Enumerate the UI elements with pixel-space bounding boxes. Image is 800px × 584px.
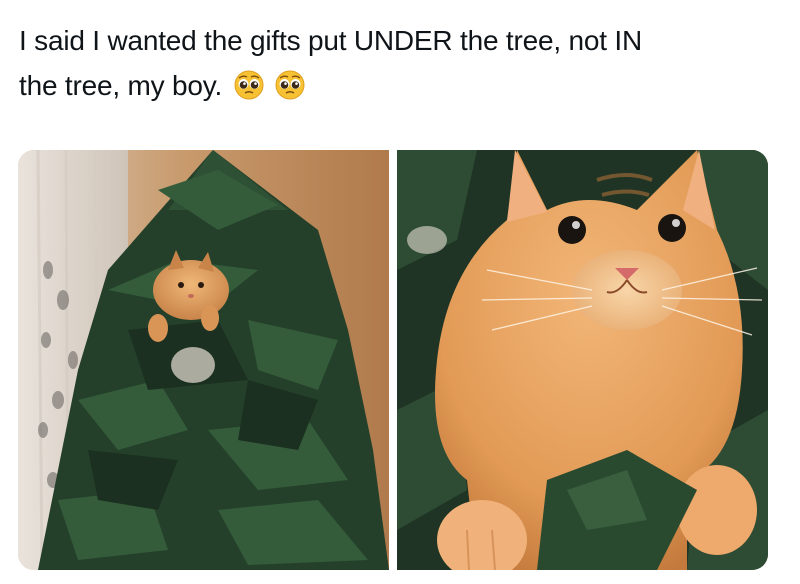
tweet-text: I said I wanted the gifts put UNDER the …	[19, 18, 779, 108]
media-grid	[18, 150, 768, 570]
tweet-text-line-1: I said I wanted the gifts put UNDER the …	[19, 25, 643, 56]
tweet-text-line-2: the tree, my boy.	[19, 63, 779, 108]
photo-cat-in-tree[interactable]	[18, 150, 389, 570]
tweet-text-line-2-words: the tree, my boy.	[19, 70, 223, 101]
pleading-face-emoji-icon	[234, 68, 264, 100]
photo-cat-closeup[interactable]	[397, 150, 768, 570]
pleading-face-emoji-icon	[275, 68, 305, 100]
